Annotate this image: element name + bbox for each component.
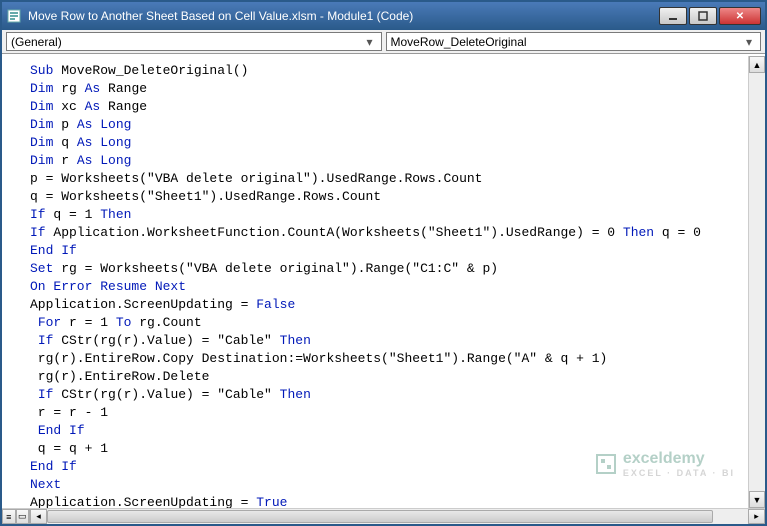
- window-title: Move Row to Another Sheet Based on Cell …: [28, 9, 659, 23]
- horizontal-scrollbar: ≡ ▭ ◂ ▸: [2, 508, 765, 524]
- scroll-thumb[interactable]: [47, 510, 713, 523]
- scroll-track[interactable]: [749, 73, 765, 491]
- scroll-up-button[interactable]: ▲: [749, 56, 765, 73]
- object-dropdown-value: (General): [11, 35, 363, 49]
- procedure-view-icon[interactable]: ≡: [2, 509, 16, 524]
- scroll-track[interactable]: [47, 509, 748, 524]
- window-buttons: ✕: [659, 7, 761, 25]
- chevron-down-icon: ▾: [363, 35, 377, 49]
- code-area: Sub MoveRow_DeleteOriginal() Dim rg As R…: [2, 56, 765, 508]
- maximize-button[interactable]: [689, 7, 717, 25]
- vba-module-icon: [6, 8, 22, 24]
- minimize-button[interactable]: [659, 7, 687, 25]
- chevron-down-icon: ▾: [742, 35, 756, 49]
- procedure-dropdown-value: MoveRow_DeleteOriginal: [391, 35, 743, 49]
- object-dropdown[interactable]: (General) ▾: [6, 32, 382, 51]
- procedure-dropdown[interactable]: MoveRow_DeleteOriginal ▾: [386, 32, 762, 51]
- scroll-right-button[interactable]: ▸: [748, 509, 765, 524]
- scroll-left-button[interactable]: ◂: [30, 509, 47, 524]
- view-mode-icons: ≡ ▭: [2, 509, 30, 524]
- titlebar: Move Row to Another Sheet Based on Cell …: [2, 2, 765, 30]
- dropdown-bar: (General) ▾ MoveRow_DeleteOriginal ▾: [2, 30, 765, 54]
- full-module-view-icon[interactable]: ▭: [16, 509, 30, 524]
- vertical-scrollbar[interactable]: ▲ ▼: [748, 56, 765, 508]
- scroll-down-button[interactable]: ▼: [749, 491, 765, 508]
- code-editor[interactable]: Sub MoveRow_DeleteOriginal() Dim rg As R…: [2, 56, 748, 508]
- close-button[interactable]: ✕: [719, 7, 761, 25]
